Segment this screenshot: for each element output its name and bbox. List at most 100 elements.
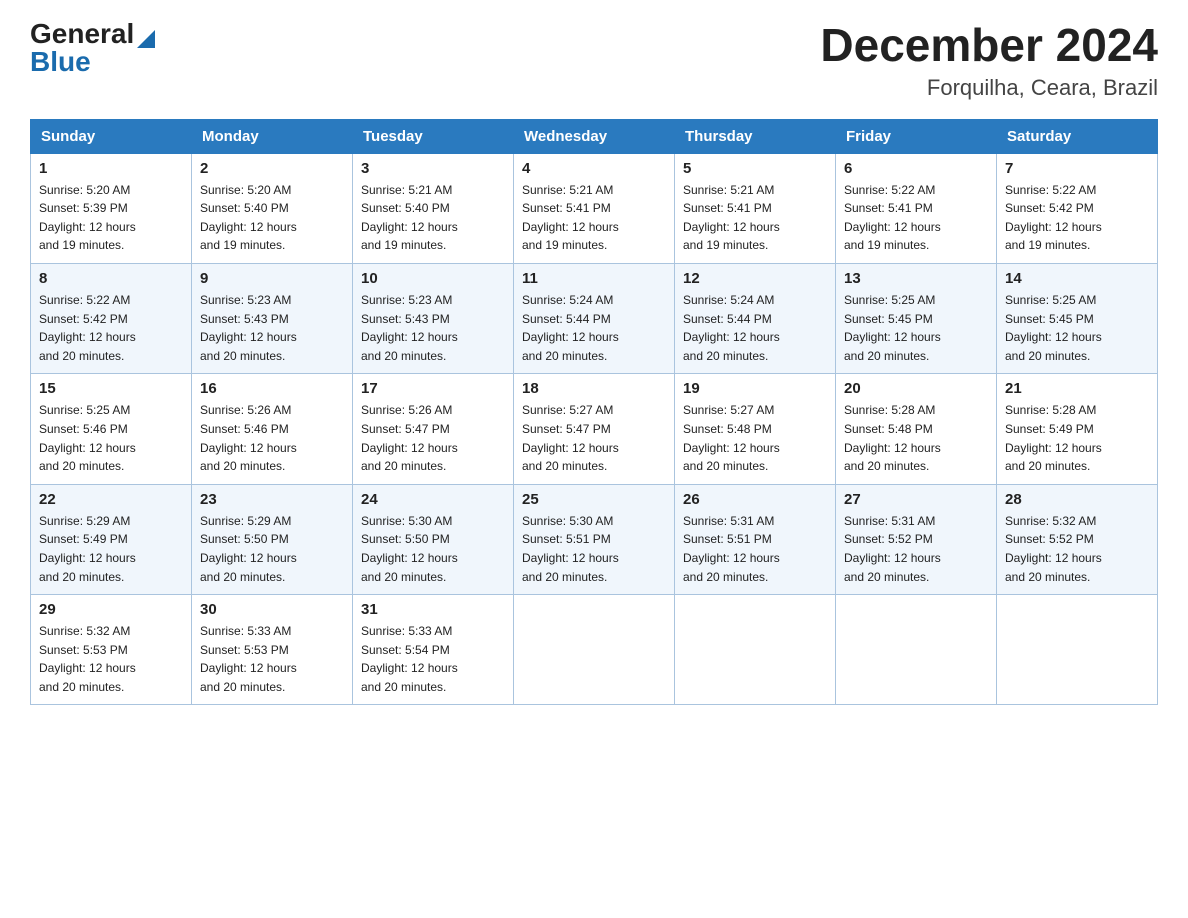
- day-info: Sunrise: 5:28 AMSunset: 5:49 PMDaylight:…: [1005, 401, 1149, 475]
- day-number: 4: [522, 160, 666, 177]
- calendar-cell: 18Sunrise: 5:27 AMSunset: 5:47 PMDayligh…: [514, 374, 675, 484]
- day-number: 25: [522, 491, 666, 508]
- day-info: Sunrise: 5:29 AMSunset: 5:50 PMDaylight:…: [200, 512, 344, 586]
- calendar-week-row: 8Sunrise: 5:22 AMSunset: 5:42 PMDaylight…: [31, 263, 1158, 373]
- day-number: 2: [200, 160, 344, 177]
- calendar-header-wednesday: Wednesday: [514, 119, 675, 153]
- calendar-cell: 28 Sunrise: 5:32 AMSunset: 5:52 PMDayligh…: [997, 484, 1158, 594]
- calendar-cell: 29 Sunrise: 5:32 AMSunset: 5:53 PMDayligh…: [31, 595, 192, 705]
- day-number: 31: [361, 601, 505, 618]
- day-number: 19: [683, 380, 827, 397]
- day-number: 24: [361, 491, 505, 508]
- day-info: Sunrise: 5:21 AMSunset: 5:41 PMDaylight:…: [683, 181, 827, 255]
- calendar-cell: 8Sunrise: 5:22 AMSunset: 5:42 PMDaylight…: [31, 263, 192, 373]
- day-info: Sunrise: 5:29 AMSunset: 5:49 PMDaylight:…: [39, 512, 183, 586]
- calendar-cell: 13 Sunrise: 5:25 AMSunset: 5:45 PMDayligh…: [836, 263, 997, 373]
- day-number: 11: [522, 270, 666, 287]
- calendar-cell: 21 Sunrise: 5:28 AMSunset: 5:49 PMDayligh…: [997, 374, 1158, 484]
- day-info: Sunrise: 5:32 AMSunset: 5:53 PMDaylight:…: [39, 622, 183, 696]
- day-info: Sunrise: 5:21 AMSunset: 5:40 PMDaylight:…: [361, 181, 505, 255]
- calendar-cell: 24 Sunrise: 5:30 AMSunset: 5:50 PMDayligh…: [353, 484, 514, 594]
- calendar-cell: 5 Sunrise: 5:21 AMSunset: 5:41 PMDaylight…: [675, 153, 836, 263]
- day-number: 15: [39, 380, 183, 397]
- day-number: 16: [200, 380, 344, 397]
- calendar-cell: 12 Sunrise: 5:24 AMSunset: 5:44 PMDayligh…: [675, 263, 836, 373]
- calendar-cell: 27 Sunrise: 5:31 AMSunset: 5:52 PMDayligh…: [836, 484, 997, 594]
- calendar-cell: 19 Sunrise: 5:27 AMSunset: 5:48 PMDayligh…: [675, 374, 836, 484]
- day-info: Sunrise: 5:31 AMSunset: 5:52 PMDaylight:…: [844, 512, 988, 586]
- day-number: 27: [844, 491, 988, 508]
- calendar-header-saturday: Saturday: [997, 119, 1158, 153]
- calendar-cell: 17Sunrise: 5:26 AMSunset: 5:47 PMDayligh…: [353, 374, 514, 484]
- day-info: Sunrise: 5:25 AMSunset: 5:45 PMDaylight:…: [844, 291, 988, 365]
- calendar-cell: 2 Sunrise: 5:20 AMSunset: 5:40 PMDaylight…: [192, 153, 353, 263]
- day-number: 9: [200, 270, 344, 287]
- day-number: 1: [39, 160, 183, 177]
- calendar-cell: [675, 595, 836, 705]
- day-info: Sunrise: 5:28 AMSunset: 5:48 PMDaylight:…: [844, 401, 988, 475]
- day-number: 17: [361, 380, 505, 397]
- day-number: 14: [1005, 270, 1149, 287]
- day-info: Sunrise: 5:24 AMSunset: 5:44 PMDaylight:…: [683, 291, 827, 365]
- calendar-cell: 3Sunrise: 5:21 AMSunset: 5:40 PMDaylight…: [353, 153, 514, 263]
- calendar-cell: 26 Sunrise: 5:31 AMSunset: 5:51 PMDayligh…: [675, 484, 836, 594]
- calendar-cell: 10 Sunrise: 5:23 AMSunset: 5:43 PMDayligh…: [353, 263, 514, 373]
- calendar-cell: 11 Sunrise: 5:24 AMSunset: 5:44 PMDayligh…: [514, 263, 675, 373]
- logo: General Blue: [30, 20, 155, 76]
- day-number: 6: [844, 160, 988, 177]
- day-info: Sunrise: 5:22 AMSunset: 5:42 PMDaylight:…: [39, 291, 183, 365]
- day-info: Sunrise: 5:20 AMSunset: 5:39 PMDaylight:…: [39, 181, 183, 255]
- calendar-cell: 30Sunrise: 5:33 AMSunset: 5:53 PMDayligh…: [192, 595, 353, 705]
- calendar-cell: 14Sunrise: 5:25 AMSunset: 5:45 PMDayligh…: [997, 263, 1158, 373]
- calendar-week-row: 22 Sunrise: 5:29 AMSunset: 5:49 PMDayligh…: [31, 484, 1158, 594]
- calendar-cell: 23Sunrise: 5:29 AMSunset: 5:50 PMDayligh…: [192, 484, 353, 594]
- calendar-week-row: 15Sunrise: 5:25 AMSunset: 5:46 PMDayligh…: [31, 374, 1158, 484]
- day-number: 28: [1005, 491, 1149, 508]
- calendar-header-row: SundayMondayTuesdayWednesdayThursdayFrid…: [31, 119, 1158, 153]
- logo-triangle-icon: [137, 30, 155, 48]
- day-info: Sunrise: 5:20 AMSunset: 5:40 PMDaylight:…: [200, 181, 344, 255]
- day-number: 12: [683, 270, 827, 287]
- title-block: December 2024 Forquilha, Ceara, Brazil: [820, 20, 1158, 101]
- day-info: Sunrise: 5:27 AMSunset: 5:48 PMDaylight:…: [683, 401, 827, 475]
- calendar-cell: 25Sunrise: 5:30 AMSunset: 5:51 PMDayligh…: [514, 484, 675, 594]
- day-number: 29: [39, 601, 183, 618]
- day-number: 21: [1005, 380, 1149, 397]
- day-number: 13: [844, 270, 988, 287]
- day-info: Sunrise: 5:33 AMSunset: 5:54 PMDaylight:…: [361, 622, 505, 696]
- day-number: 22: [39, 491, 183, 508]
- calendar-header-thursday: Thursday: [675, 119, 836, 153]
- calendar-title: December 2024: [820, 20, 1158, 71]
- calendar-week-row: 29 Sunrise: 5:32 AMSunset: 5:53 PMDayligh…: [31, 595, 1158, 705]
- day-info: Sunrise: 5:23 AMSunset: 5:43 PMDaylight:…: [200, 291, 344, 365]
- day-info: Sunrise: 5:30 AMSunset: 5:50 PMDaylight:…: [361, 512, 505, 586]
- day-info: Sunrise: 5:24 AMSunset: 5:44 PMDaylight:…: [522, 291, 666, 365]
- calendar-cell: 6 Sunrise: 5:22 AMSunset: 5:41 PMDaylight…: [836, 153, 997, 263]
- day-info: Sunrise: 5:23 AMSunset: 5:43 PMDaylight:…: [361, 291, 505, 365]
- calendar-subtitle: Forquilha, Ceara, Brazil: [820, 75, 1158, 101]
- calendar-cell: 4Sunrise: 5:21 AMSunset: 5:41 PMDaylight…: [514, 153, 675, 263]
- day-info: Sunrise: 5:22 AMSunset: 5:41 PMDaylight:…: [844, 181, 988, 255]
- day-number: 5: [683, 160, 827, 177]
- logo-text-blue: Blue: [30, 48, 91, 76]
- calendar-cell: 31 Sunrise: 5:33 AMSunset: 5:54 PMDayligh…: [353, 595, 514, 705]
- day-info: Sunrise: 5:31 AMSunset: 5:51 PMDaylight:…: [683, 512, 827, 586]
- calendar-cell: [514, 595, 675, 705]
- calendar-header-monday: Monday: [192, 119, 353, 153]
- page-header: General Blue December 2024 Forquilha, Ce…: [30, 20, 1158, 101]
- day-number: 10: [361, 270, 505, 287]
- calendar-header-friday: Friday: [836, 119, 997, 153]
- calendar-header-sunday: Sunday: [31, 119, 192, 153]
- calendar-cell: 22 Sunrise: 5:29 AMSunset: 5:49 PMDayligh…: [31, 484, 192, 594]
- day-number: 20: [844, 380, 988, 397]
- calendar-cell: [997, 595, 1158, 705]
- day-info: Sunrise: 5:27 AMSunset: 5:47 PMDaylight:…: [522, 401, 666, 475]
- day-info: Sunrise: 5:33 AMSunset: 5:53 PMDaylight:…: [200, 622, 344, 696]
- calendar-header-tuesday: Tuesday: [353, 119, 514, 153]
- logo-text-general: General: [30, 20, 134, 48]
- calendar-cell: 15Sunrise: 5:25 AMSunset: 5:46 PMDayligh…: [31, 374, 192, 484]
- calendar-cell: 7Sunrise: 5:22 AMSunset: 5:42 PMDaylight…: [997, 153, 1158, 263]
- calendar-week-row: 1 Sunrise: 5:20 AMSunset: 5:39 PMDaylight…: [31, 153, 1158, 263]
- day-info: Sunrise: 5:32 AMSunset: 5:52 PMDaylight:…: [1005, 512, 1149, 586]
- day-number: 26: [683, 491, 827, 508]
